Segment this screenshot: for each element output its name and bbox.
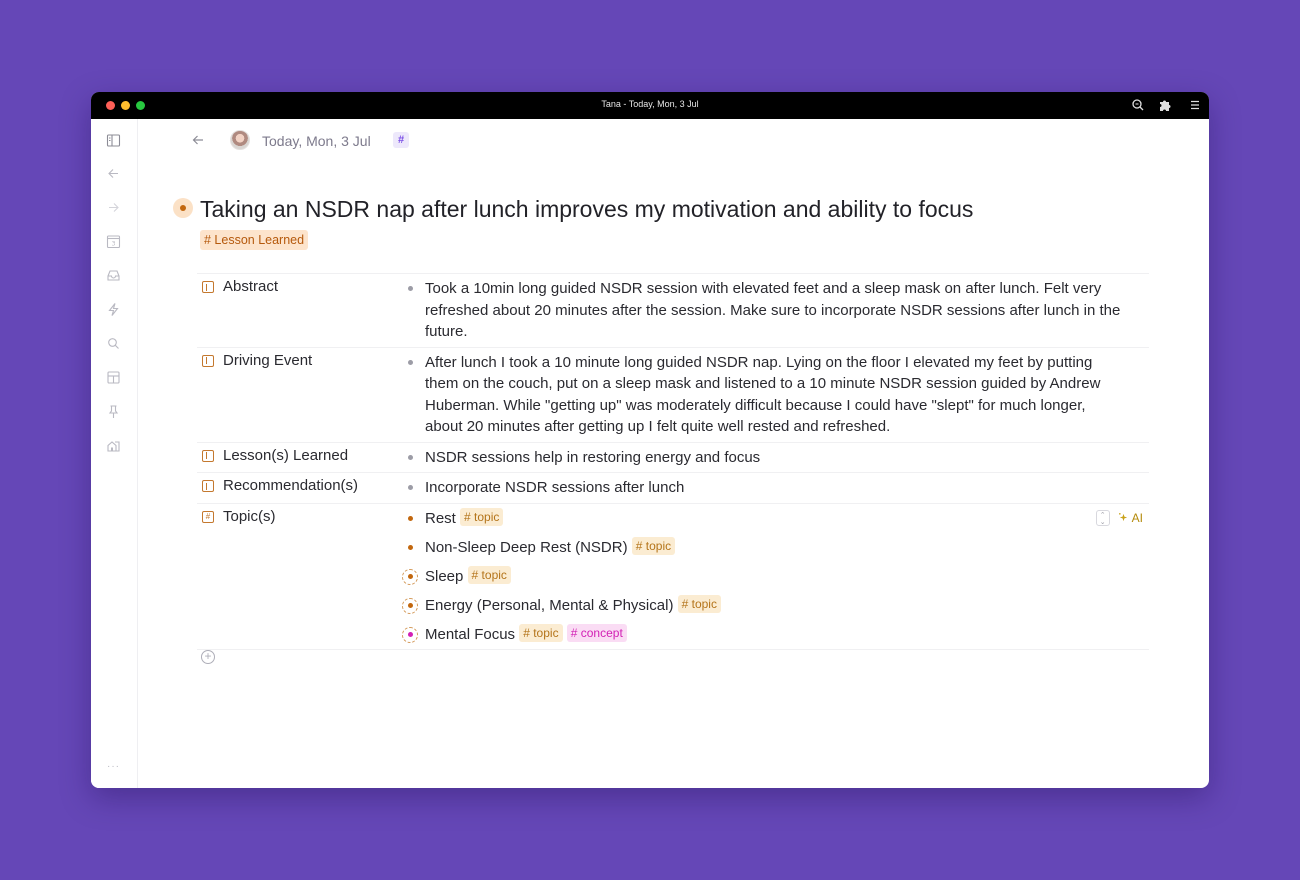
more-options-button[interactable]: ··· xyxy=(107,761,120,772)
sidebar: 3 ··· xyxy=(91,119,138,788)
field-label[interactable]: Driving Event xyxy=(223,352,312,369)
node-title-text: Taking an NSDR nap after lunch improves … xyxy=(200,196,974,222)
puzzle-icon[interactable] xyxy=(1158,98,1172,112)
back-arrow-icon[interactable] xyxy=(190,132,206,148)
field-label[interactable]: Abstract xyxy=(223,278,278,295)
concept-tag[interactable]: # concept xyxy=(566,623,627,642)
hash-field-icon: # xyxy=(202,510,214,523)
search-icon[interactable] xyxy=(106,336,121,351)
bullet-icon xyxy=(408,454,413,460)
topic-text: Rest xyxy=(425,509,456,527)
add-field-button[interactable]: + xyxy=(201,650,215,664)
field-row-recommendations: Recommendation(s) Incorporate NSDR sessi… xyxy=(197,472,1149,503)
arrow-right-icon[interactable] xyxy=(106,200,121,215)
bullet-icon xyxy=(408,515,413,521)
node-bullet-icon[interactable] xyxy=(173,198,193,218)
lightning-icon[interactable] xyxy=(106,302,121,317)
calendar-icon[interactable]: 3 xyxy=(106,234,121,249)
topic-text: Non-Sleep Deep Rest (NSDR) xyxy=(425,538,628,556)
field-value[interactable]: NSDR sessions help in restoring energy a… xyxy=(404,447,1124,469)
node-title[interactable]: Taking an NSDR nap after lunch improves … xyxy=(200,194,1000,256)
field-value[interactable]: Incorporate NSDR sessions after lunch xyxy=(404,477,1124,499)
svg-text:3: 3 xyxy=(112,241,116,248)
bullet-icon xyxy=(408,544,413,550)
home-icon[interactable] xyxy=(106,438,121,453)
topic-item[interactable]: Sleep # topic xyxy=(402,565,1124,588)
menu-icon[interactable] xyxy=(1188,98,1202,112)
topic-tag[interactable]: # topic xyxy=(460,507,504,526)
text-field-icon xyxy=(202,281,214,293)
titlebar: Tana - Today, Mon, 3 Jul xyxy=(91,92,1209,119)
bullet-icon xyxy=(408,485,413,490)
text-field-icon xyxy=(202,354,214,367)
field-value[interactable]: After lunch I took a 10 minute long guid… xyxy=(404,352,1124,438)
bullet-icon xyxy=(408,286,413,291)
topic-item[interactable]: Non-Sleep Deep Rest (NSDR) # topic xyxy=(404,536,1124,559)
layout-icon[interactable] xyxy=(106,370,121,385)
breadcrumb-tag-button[interactable]: # xyxy=(393,132,409,148)
field-label[interactable]: Recommendation(s) xyxy=(223,477,358,494)
field-value[interactable]: Took a 10min long guided NSDR session wi… xyxy=(404,278,1124,343)
fields-list: Abstract Took a 10min long guided NSDR s… xyxy=(197,273,1149,650)
field-value-text: NSDR sessions help in restoring energy a… xyxy=(425,448,761,466)
window-title: Tana - Today, Mon, 3 Jul xyxy=(601,99,699,109)
main-content: Today, Mon, 3 Jul # Taking an NSDR nap a… xyxy=(139,119,1209,788)
field-value-text: After lunch I took a 10 minute long guid… xyxy=(425,353,1101,436)
inbox-icon[interactable] xyxy=(106,268,121,283)
topic-tag[interactable]: # topic xyxy=(677,594,721,613)
field-value-text: Took a 10min long guided NSDR session wi… xyxy=(425,280,1121,340)
text-field-icon xyxy=(202,480,214,492)
field-label[interactable]: Lesson(s) Learned xyxy=(223,447,348,464)
field-row-lessons-learned: Lesson(s) Learned NSDR sessions help in … xyxy=(197,441,1149,473)
field-value-text: Incorporate NSDR sessions after lunch xyxy=(425,479,685,496)
arrow-left-icon[interactable] xyxy=(106,166,121,181)
text-field-icon xyxy=(202,449,214,462)
lesson-learned-tag[interactable]: # Lesson Learned xyxy=(200,229,309,250)
reference-bullet-icon xyxy=(402,568,418,585)
topic-tag[interactable]: # topic xyxy=(519,623,563,642)
topic-text: Sleep xyxy=(425,567,464,585)
field-row-topics: # Topic(s) ⌃ ⌄ AI Rest # topic Non-Sleep… xyxy=(197,502,1149,650)
ai-label: AI xyxy=(1131,510,1143,525)
bullet-icon xyxy=(408,359,413,365)
panel-icon[interactable] xyxy=(106,133,121,148)
avatar[interactable] xyxy=(230,130,250,150)
topic-text: Mental Focus xyxy=(425,625,516,643)
reference-bullet-icon xyxy=(402,597,418,614)
field-row-driving-event: Driving Event After lunch I took a 10 mi… xyxy=(197,346,1149,442)
topic-tag[interactable]: # topic xyxy=(467,565,511,584)
app-window: Tana - Today, Mon, 3 Jul 3 ··· Today, Mo… xyxy=(91,92,1209,788)
topic-item[interactable]: Rest # topic xyxy=(404,507,1124,530)
pin-icon[interactable] xyxy=(106,404,121,419)
topic-text: Energy (Personal, Mental & Physical) xyxy=(425,596,674,614)
topic-item[interactable]: Mental Focus # topic # concept xyxy=(402,623,1124,646)
field-row-abstract: Abstract Took a 10min long guided NSDR s… xyxy=(197,273,1149,347)
topic-item[interactable]: Energy (Personal, Mental & Physical) # t… xyxy=(402,594,1124,617)
breadcrumb-day[interactable]: Today, Mon, 3 Jul xyxy=(262,133,371,149)
search-zoom-icon[interactable] xyxy=(1131,98,1145,112)
field-label[interactable]: Topic(s) xyxy=(223,508,276,525)
topic-tag[interactable]: # topic xyxy=(631,536,676,555)
reference-bullet-icon xyxy=(402,626,418,643)
